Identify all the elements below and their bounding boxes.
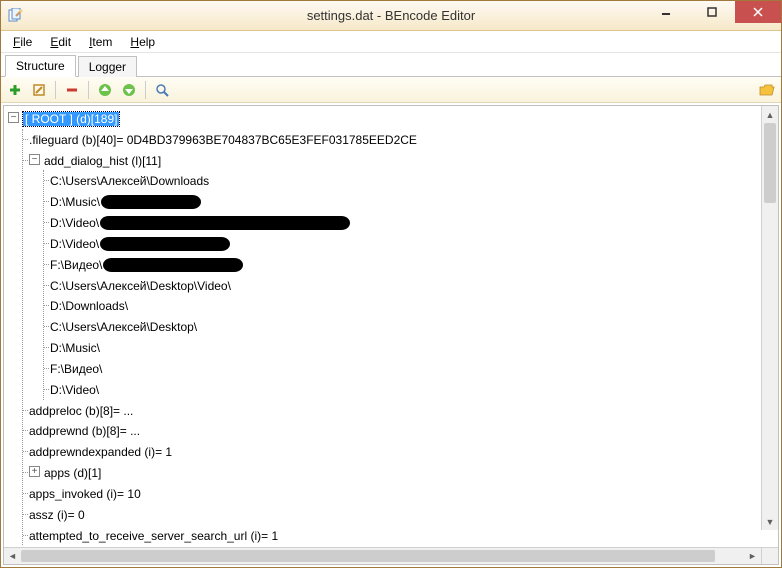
- menu-item[interactable]: Item: [81, 33, 120, 51]
- window-controls: [643, 1, 781, 30]
- tree-item-label: D:\Downloads\: [50, 299, 128, 313]
- horizontal-scrollbar[interactable]: ◄ ►: [4, 547, 778, 564]
- tree-item[interactable]: D:\Music\: [50, 337, 761, 358]
- tree-item-label: C:\Users\Алексей\Desktop\Video\: [50, 278, 231, 292]
- toolbar-separator: [145, 81, 146, 99]
- tree-item[interactable]: assz (i)= 0: [29, 504, 761, 525]
- tab-structure[interactable]: Structure: [5, 55, 76, 77]
- tree-item[interactable]: D:\Video\: [50, 212, 761, 233]
- tree-item[interactable]: C:\Users\Алексей\Desktop\Video\: [50, 275, 761, 296]
- tree-item[interactable]: C:\Users\Алексей\Downloads: [50, 170, 761, 191]
- tree-item-add-dialog-hist[interactable]: −add_dialog_hist (l)[11]: [29, 150, 761, 171]
- menubar: File Edit Item Help: [1, 31, 781, 53]
- close-button[interactable]: [735, 1, 781, 23]
- scroll-thumb[interactable]: [21, 550, 715, 562]
- vertical-scrollbar[interactable]: ▲ ▼: [761, 106, 778, 530]
- tree-view[interactable]: −[ ROOT ] (d)[189] .fileguard (b)[40]= 0…: [4, 106, 761, 547]
- menu-help[interactable]: Help: [122, 33, 163, 51]
- tree-item-label: F:\Видео\: [50, 362, 102, 376]
- scroll-left-icon[interactable]: ◄: [4, 548, 21, 565]
- tree-root[interactable]: −[ ROOT ] (d)[189]: [8, 108, 761, 129]
- tree-item-label: F:\Видео\: [50, 258, 102, 272]
- search-button[interactable]: [152, 80, 172, 100]
- tree-item-label: C:\Users\Алексей\Desktop\: [50, 320, 197, 334]
- redacted-region: [101, 195, 201, 209]
- add-button[interactable]: [5, 80, 25, 100]
- tree-item[interactable]: D:\Video\: [50, 379, 761, 400]
- toolbar: [1, 77, 781, 103]
- menu-edit[interactable]: Edit: [42, 33, 79, 51]
- tree-item[interactable]: F:\Видео\: [50, 358, 761, 379]
- toolbar-separator: [55, 81, 56, 99]
- maximize-button[interactable]: [689, 1, 735, 23]
- tree-item[interactable]: D:\Music\: [50, 191, 761, 212]
- tree-item-apps[interactable]: +apps (d)[1]: [29, 462, 761, 483]
- toolbar-separator: [88, 81, 89, 99]
- collapse-icon[interactable]: −: [29, 154, 40, 165]
- tree-item[interactable]: .fileguard (b)[40]= 0D4BD379963BE704837B…: [29, 129, 761, 150]
- tree-item[interactable]: apps_invoked (i)= 10: [29, 483, 761, 504]
- titlebar[interactable]: settings.dat - BEncode Editor: [1, 1, 781, 31]
- menu-file[interactable]: File: [5, 33, 40, 51]
- tree-item-label: D:\Video\: [50, 216, 99, 230]
- delete-button[interactable]: [62, 80, 82, 100]
- tabbar: Structure Logger: [1, 53, 781, 77]
- workarea: −[ ROOT ] (d)[189] .fileguard (b)[40]= 0…: [1, 103, 781, 567]
- tree-item-label: C:\Users\Алексей\Downloads: [50, 174, 209, 188]
- tree-item-label: D:\Video\: [50, 383, 99, 397]
- open-folder-button[interactable]: [757, 80, 777, 100]
- move-down-button[interactable]: [119, 80, 139, 100]
- tab-logger[interactable]: Logger: [78, 56, 137, 77]
- scroll-right-icon[interactable]: ►: [744, 548, 761, 565]
- tree-pane: −[ ROOT ] (d)[189] .fileguard (b)[40]= 0…: [3, 105, 779, 565]
- tree-item[interactable]: F:\Видео\: [50, 254, 761, 275]
- scroll-corner: [761, 548, 778, 565]
- scroll-down-icon[interactable]: ▼: [762, 513, 778, 530]
- scroll-up-icon[interactable]: ▲: [762, 106, 778, 123]
- redacted-region: [100, 216, 350, 230]
- tree-item[interactable]: C:\Users\Алексей\Desktop\: [50, 316, 761, 337]
- tree-item-label: D:\Music\: [50, 195, 100, 209]
- redacted-region: [100, 237, 230, 251]
- app-icon: [7, 8, 23, 24]
- scroll-thumb[interactable]: [764, 123, 776, 203]
- edit-button[interactable]: [29, 80, 49, 100]
- tree-item[interactable]: D:\Video\: [50, 233, 761, 254]
- collapse-icon[interactable]: −: [8, 112, 19, 123]
- expand-icon[interactable]: +: [29, 466, 40, 477]
- app-window: settings.dat - BEncode Editor File Edit …: [0, 0, 782, 568]
- tree-item-label: D:\Music\: [50, 341, 100, 355]
- tree-item-label: D:\Video\: [50, 237, 99, 251]
- tree-item[interactable]: attempted_to_receive_server_search_url (…: [29, 525, 761, 546]
- redacted-region: [103, 258, 243, 272]
- minimize-button[interactable]: [643, 1, 689, 23]
- tree-item[interactable]: D:\Downloads\: [50, 295, 761, 316]
- move-up-button[interactable]: [95, 80, 115, 100]
- tree-item[interactable]: addpreloc (b)[8]= ...: [29, 400, 761, 421]
- tree-item[interactable]: addprewnd (b)[8]= ...: [29, 420, 761, 441]
- tree-item[interactable]: addprewndexpanded (i)= 1: [29, 441, 761, 462]
